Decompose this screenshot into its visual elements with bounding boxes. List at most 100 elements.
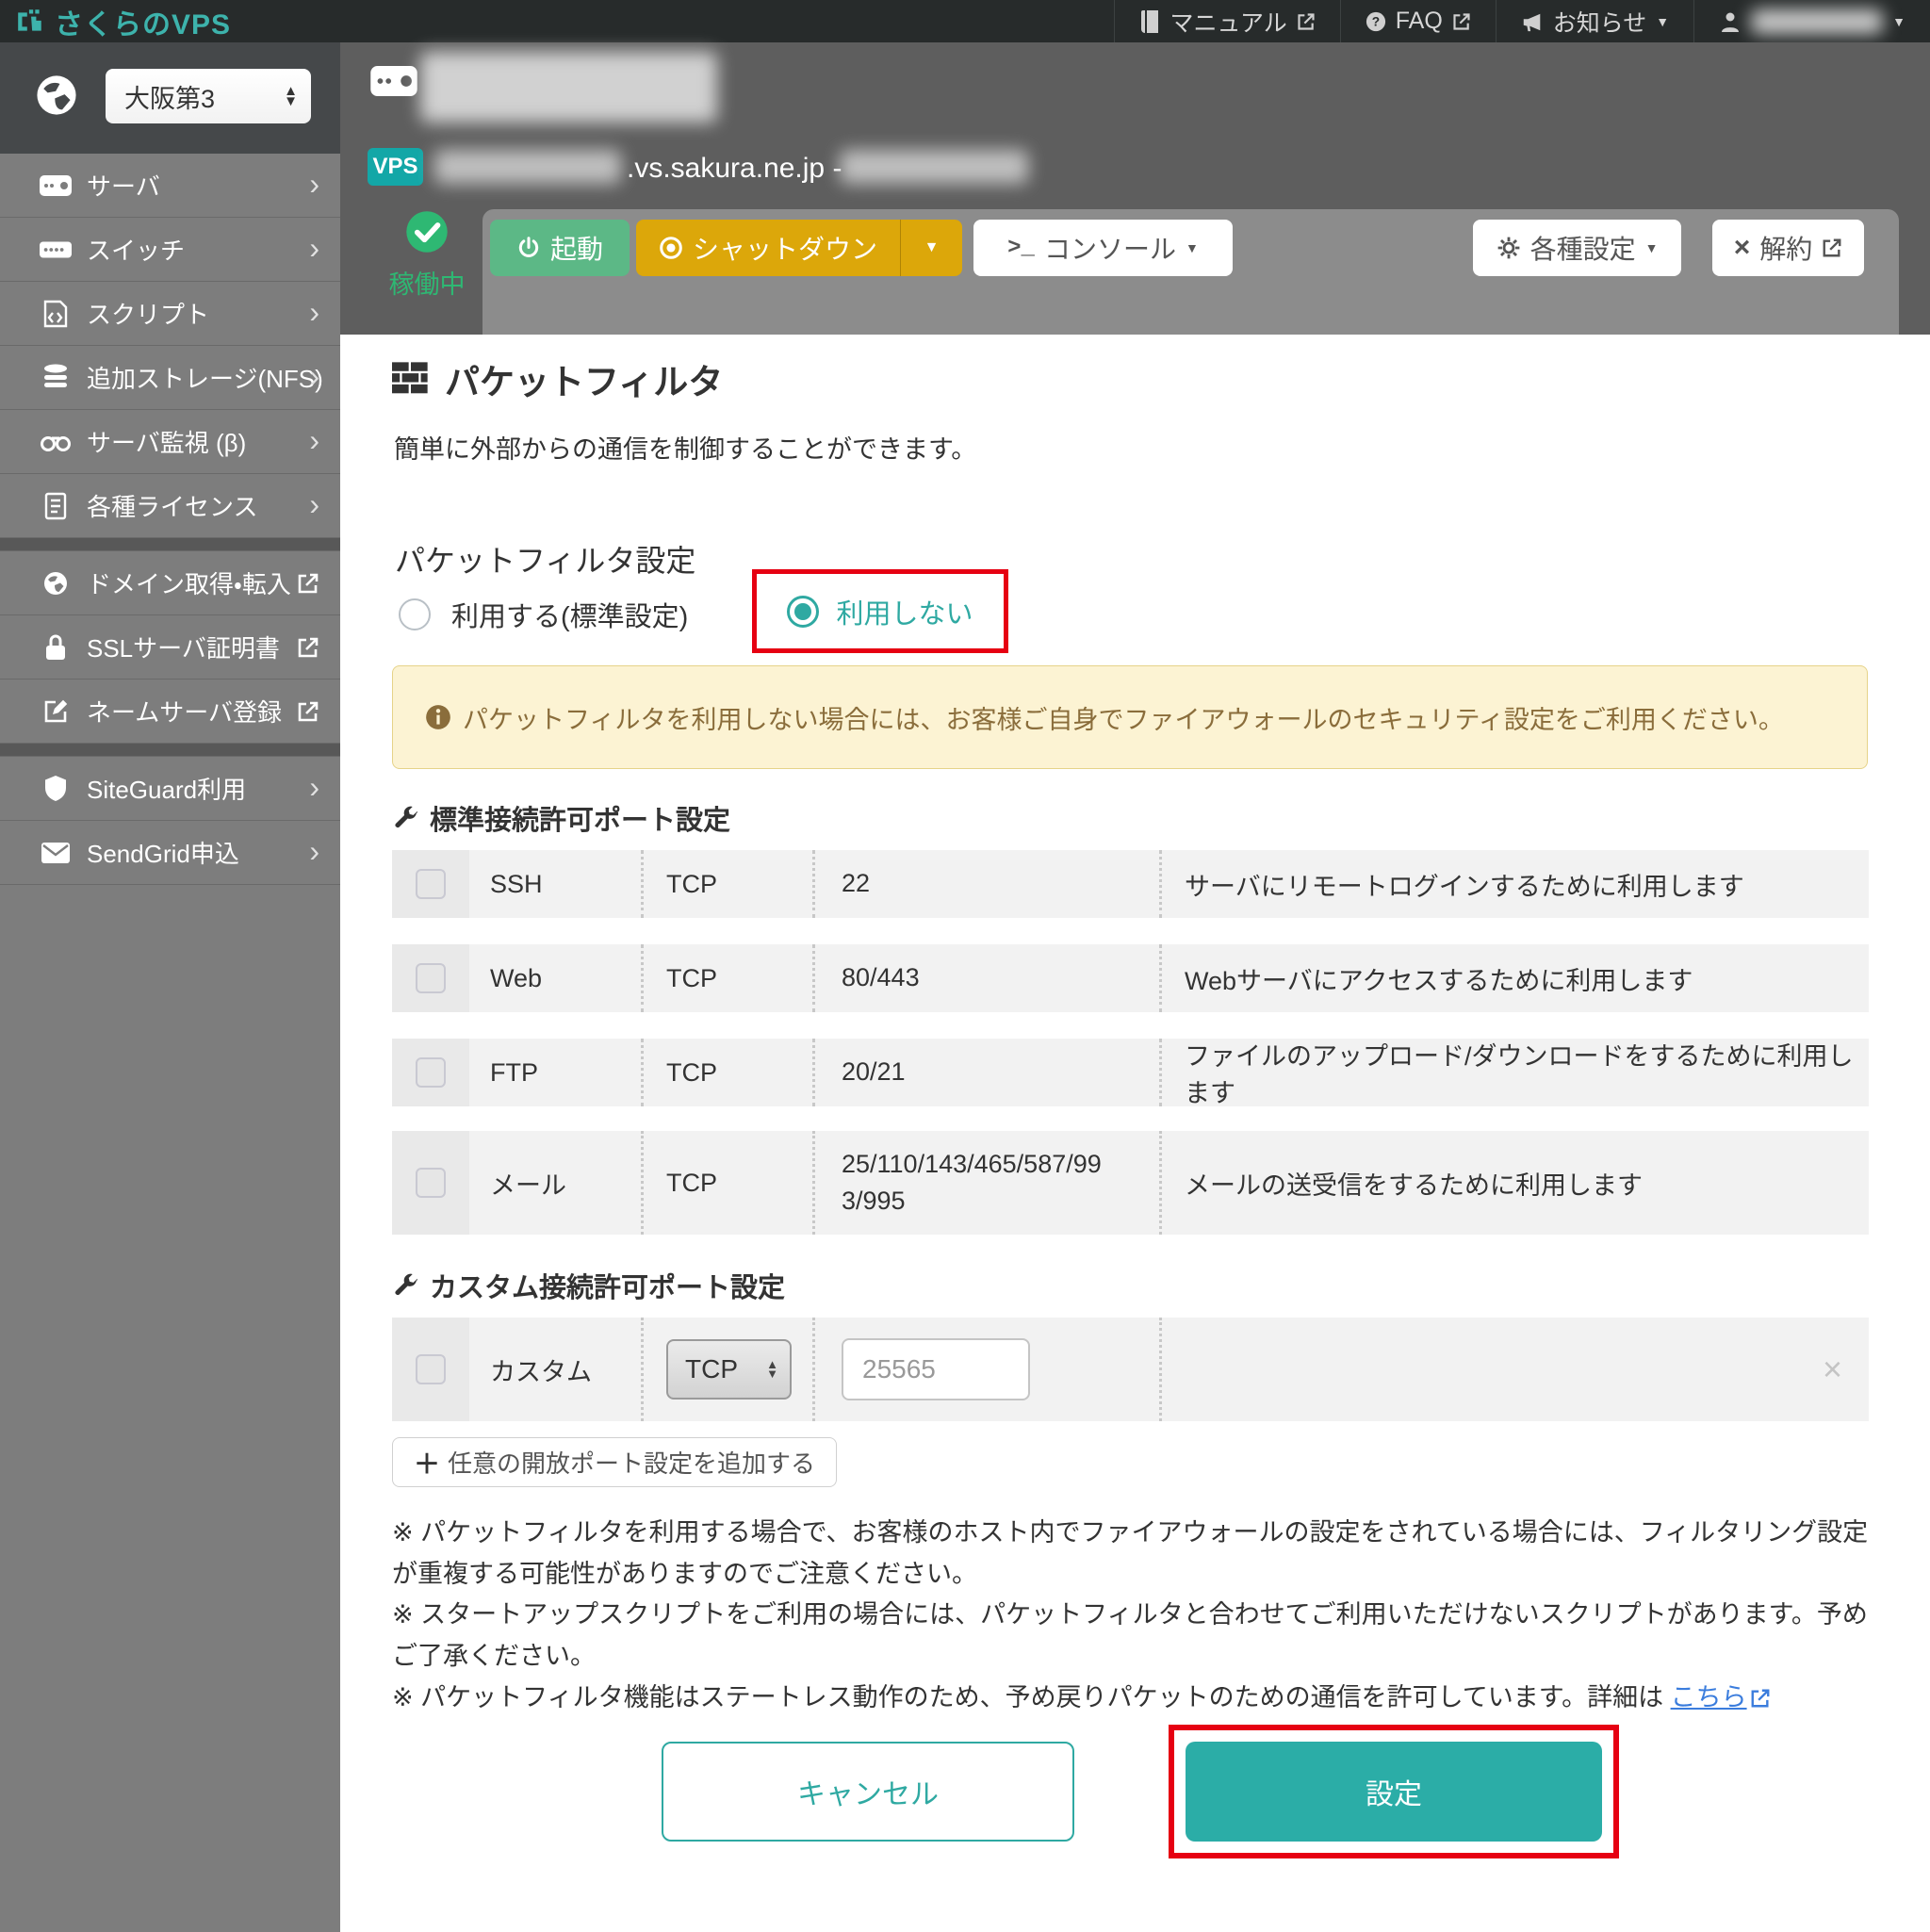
chevron-down-icon: ▼ <box>1656 14 1669 29</box>
check-circle-icon <box>405 210 449 254</box>
checkbox-cell <box>392 944 469 1012</box>
svg-text:?: ? <box>1372 14 1380 28</box>
mail-checkbox[interactable] <box>416 1168 446 1198</box>
port-numbers: 20/21 <box>842 1054 906 1090</box>
wrench-icon <box>392 805 418 831</box>
external-link-icon[interactable] <box>1750 1688 1771 1709</box>
sakura-logo-icon <box>15 7 45 37</box>
shutdown-button[interactable]: シャットダウン <box>636 220 900 276</box>
select-arrows-icon: ▲▼ <box>766 1360 778 1379</box>
sidebar-item-switch[interactable]: スイッチ › <box>0 218 340 282</box>
info-icon <box>425 704 451 730</box>
protocol-select[interactable]: TCP ▲▼ <box>666 1339 792 1400</box>
sidebar-item-label: SendGrid申込 <box>87 835 239 870</box>
sidebar-item-nameserver[interactable]: ネームサーバ登録 <box>0 679 340 744</box>
warning-text: パケットフィルタを利用しない場合には、お客様ご自身でファイアウォールのセキュリテ… <box>463 699 1784 736</box>
region-select[interactable]: 大阪第3 ▲▼ <box>106 69 311 123</box>
chevron-down-icon: ▼ <box>924 239 940 256</box>
cancel-contract-button[interactable]: × 解約 <box>1712 220 1864 276</box>
note-3: ※ パケットフィルタ機能はステートレス動作のため、予め戻りパケットのための通信を… <box>392 1678 1879 1719</box>
standard-ports-heading-text: 標準接続許可ポート設定 <box>430 798 730 838</box>
highlight-box-not-use: 利用しない <box>752 569 1008 653</box>
shutdown-label: シャットダウン <box>693 229 877 267</box>
user-icon <box>1719 10 1742 33</box>
standard-ports-heading: 標準接続許可ポート設定 <box>392 798 730 838</box>
shutdown-dropdown-button[interactable]: ▼ <box>900 220 962 276</box>
start-button[interactable]: 起動 <box>490 220 630 276</box>
port-numbers: 22 <box>842 865 870 902</box>
cancel-button[interactable]: キャンセル <box>662 1742 1074 1842</box>
sidebar-item-label: ネームサーバ登録 <box>87 694 282 729</box>
sidebar-item-label: 各種ライセンス <box>87 488 257 523</box>
vps-badge: VPS <box>368 148 423 186</box>
manual-label: マニュアル <box>1169 5 1286 39</box>
chevron-right-icon: › <box>309 836 319 866</box>
port-row-web: Web TCP 80/443 Webサーバにアクセスするために利用します <box>392 944 1869 1012</box>
book-icon <box>1139 9 1160 34</box>
checkbox-cell <box>392 850 469 918</box>
ssh-checkbox[interactable] <box>416 869 446 899</box>
radio-unselected-icon[interactable] <box>399 598 431 630</box>
radio-not-use-label[interactable]: 利用しない <box>836 592 973 631</box>
custom-ports-heading-text: カスタム接続許可ポート設定 <box>430 1266 785 1305</box>
server-icon <box>40 175 72 196</box>
news-menu-item[interactable]: お知らせ ▼ <box>1496 0 1693 42</box>
custom-port-name: カスタム <box>469 1318 641 1421</box>
protocol-cell: TCP ▲▼ <box>641 1318 812 1421</box>
sidebar-item-server[interactable]: サーバ › <box>0 154 340 218</box>
checkbox-cell <box>392 1039 469 1106</box>
manual-menu-item[interactable]: マニュアル <box>1114 0 1339 42</box>
redacted-ip-address <box>840 150 1028 184</box>
ftp-checkbox[interactable] <box>416 1057 446 1088</box>
submit-button[interactable]: 設定 <box>1186 1742 1602 1842</box>
sidebar-item-siteguard[interactable]: SiteGuard利用 › <box>0 757 340 821</box>
radio-selected-icon[interactable] <box>787 596 819 628</box>
chevron-right-icon: › <box>309 425 319 455</box>
add-port-button[interactable]: ＋ 任意の開放ポート設定を追加する <box>392 1437 837 1487</box>
external-link-icon <box>1452 12 1471 31</box>
region-section: 大阪第3 ▲▼ <box>0 42 340 154</box>
settings-button[interactable]: 各種設定 ▼ <box>1473 220 1681 276</box>
port-name: Web <box>469 944 641 1012</box>
external-link-icon <box>297 636 319 659</box>
sidebar-item-domain[interactable]: ドメイン取得・転入 <box>0 551 340 615</box>
chevron-right-icon: › <box>309 297 319 327</box>
console-button[interactable]: >_ コンソール ▼ <box>973 220 1233 276</box>
sidebar-item-label: スクリプト <box>87 296 209 331</box>
sidebar: 大阪第3 ▲▼ サーバ › スイッチ › スクリプト › 追加ストレージ(NFS… <box>0 42 340 1932</box>
sidebar-item-script[interactable]: スクリプト › <box>0 282 340 346</box>
sidebar-item-sendgrid[interactable]: SendGrid申込 › <box>0 821 340 885</box>
port-description: メールの送受信をするために利用します <box>1159 1131 1869 1235</box>
sidebar-item-licenses[interactable]: 各種ライセンス › <box>0 474 340 538</box>
external-link-icon <box>297 572 319 595</box>
redacted-username <box>1751 9 1883 34</box>
web-checkbox[interactable] <box>416 963 446 993</box>
sidebar-item-server-monitoring[interactable]: サーバ監視 (β) › <box>0 410 340 474</box>
user-menu-item[interactable]: ▼ <box>1693 0 1930 42</box>
top-menu: マニュアル ? FAQ お知らせ ▼ ▼ <box>1114 0 1930 42</box>
firewall-brick-icon <box>392 362 430 396</box>
chevron-right-icon: › <box>309 772 319 802</box>
news-label: お知らせ <box>1553 5 1647 39</box>
globe-icon <box>34 73 79 118</box>
terminal-prompt-icon: >_ <box>1007 236 1035 261</box>
details-link[interactable]: こちら <box>1671 1683 1747 1711</box>
sidebar-item-ssl-certificate[interactable]: SSLサーバ証明書 <box>0 615 340 679</box>
cancel-contract-label: 解約 <box>1759 229 1812 267</box>
gear-icon <box>1497 236 1521 260</box>
faq-menu-item[interactable]: ? FAQ <box>1340 0 1496 42</box>
switch-icon <box>40 241 72 258</box>
radio-use-label: 利用する(標準設定) <box>451 595 688 634</box>
custom-port-input[interactable] <box>842 1338 1030 1400</box>
remove-row-icon[interactable]: × <box>1823 1318 1842 1421</box>
brand-logo[interactable]: さくらのVPS <box>15 1 231 42</box>
custom-checkbox[interactable] <box>416 1354 446 1384</box>
protocol-select-value: TCP <box>685 1354 738 1384</box>
lock-icon <box>40 633 72 662</box>
question-circle-icon: ? <box>1366 11 1386 32</box>
sidebar-item-label: スイッチ <box>87 232 185 267</box>
sidebar-item-additional-storage[interactable]: 追加ストレージ(NFS) › <box>0 346 340 410</box>
radio-option-use[interactable]: 利用する(標準設定) <box>399 595 688 634</box>
binoculars-icon <box>40 432 72 452</box>
chevron-down-icon: ▼ <box>1645 240 1659 255</box>
